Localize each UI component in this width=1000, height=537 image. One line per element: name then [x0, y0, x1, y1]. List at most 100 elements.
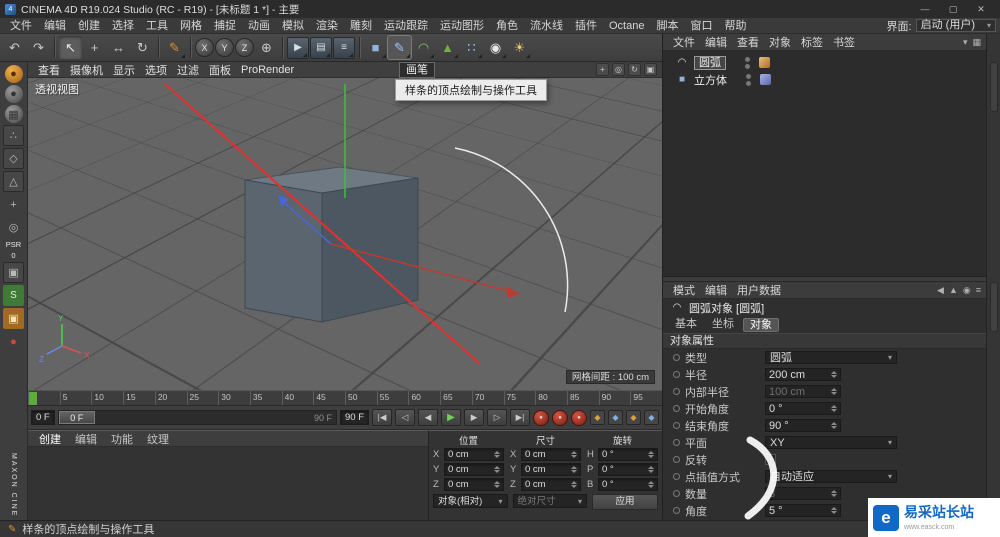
material-menu-item[interactable]: 功能: [106, 431, 138, 447]
prev-frame-button[interactable]: ◀: [418, 409, 438, 426]
autokeying-button[interactable]: ●: [552, 410, 568, 426]
render-view-button[interactable]: ▶: [287, 37, 309, 59]
object-row-arc[interactable]: ◠ 圆弧: [663, 54, 986, 71]
menubar-item[interactable]: 网格: [174, 18, 208, 34]
key-parameter-toggle[interactable]: ◆: [644, 410, 659, 425]
menubar-item[interactable]: 动画: [242, 18, 276, 34]
coord-mode-dropdown[interactable]: 对象(相对)▾: [433, 494, 508, 508]
prev-key-button[interactable]: ◁: [395, 409, 415, 426]
workplane-icon[interactable]: ▣: [3, 262, 24, 283]
rot-b-field[interactable]: 0 °: [598, 478, 658, 491]
type-dropdown[interactable]: 圆弧▾: [765, 351, 897, 364]
menubar-item[interactable]: 模拟: [276, 18, 310, 34]
snap-icon[interactable]: ◎: [3, 217, 24, 238]
render-region-icon[interactable]: ▣: [3, 308, 24, 329]
inner-radius-field[interactable]: 100 cm: [765, 385, 841, 398]
x-axis-lock-button[interactable]: X: [195, 38, 214, 57]
key-rotation-toggle[interactable]: ◆: [626, 410, 641, 425]
keyframe-selection-button[interactable]: ●: [571, 410, 587, 426]
viewport-menu-item[interactable]: 过滤: [172, 62, 204, 78]
nav-up-icon[interactable]: ▲: [949, 285, 958, 296]
visibility-dots[interactable]: [745, 57, 750, 69]
material-menu-item[interactable]: 创建: [34, 431, 66, 447]
watermark-url[interactable]: www.easck.com: [904, 524, 954, 531]
pos-y-field[interactable]: 0 cm: [444, 463, 504, 476]
menubar-item[interactable]: 工具: [140, 18, 174, 34]
points-mode-icon[interactable]: ∴: [3, 125, 24, 146]
goto-start-button[interactable]: |◀: [372, 409, 392, 426]
object-manager-menu-item[interactable]: 查看: [732, 34, 764, 50]
play-button[interactable]: ▶: [441, 409, 461, 426]
viewport-menu-item[interactable]: ProRender: [236, 64, 299, 76]
frame-slider[interactable]: 0 F 90 F: [58, 410, 337, 425]
object-label-cube[interactable]: 立方体: [694, 72, 727, 88]
camera-button[interactable]: ◉: [484, 36, 507, 59]
object-tree[interactable]: ◠ 圆弧 ■ 立方体: [663, 51, 986, 277]
menubar-item[interactable]: 流水线: [524, 18, 569, 34]
record-keyframe-button[interactable]: ●: [533, 410, 549, 426]
make-editable-icon[interactable]: ●: [5, 65, 23, 83]
current-frame-field[interactable]: 0 F: [31, 410, 55, 425]
size-x-field[interactable]: 0 cm: [521, 448, 581, 461]
timeline-ruler[interactable]: 05101520253035404550556065707580859095: [28, 390, 662, 406]
object-label-arc[interactable]: 圆弧: [694, 56, 726, 70]
model-mode-icon[interactable]: ●: [5, 85, 23, 103]
size-z-field[interactable]: 0 cm: [521, 478, 581, 491]
playhead-marker[interactable]: [29, 392, 37, 405]
rotate-tool-button[interactable]: ↻: [131, 36, 154, 59]
menubar-item[interactable]: 文件: [4, 18, 38, 34]
attribute-manager-menu-item[interactable]: 用户数据: [732, 282, 786, 298]
key-position-toggle[interactable]: ◆: [590, 410, 605, 425]
move-tool-button[interactable]: +: [83, 36, 106, 59]
menubar-item[interactable]: 脚本: [650, 18, 684, 34]
solo-icon[interactable]: S: [3, 285, 24, 306]
mograph-button[interactable]: ∷: [460, 36, 483, 59]
material-menu-item[interactable]: 编辑: [70, 431, 102, 447]
panel-handle[interactable]: [990, 62, 998, 112]
attribute-manager-menu-item[interactable]: 编辑: [700, 282, 732, 298]
panel-menu-icon[interactable]: ≡: [976, 285, 981, 296]
deformer-button[interactable]: ◠: [412, 36, 435, 59]
browser-icon[interactable]: ▦: [972, 37, 981, 48]
rot-p-field[interactable]: 0 °: [598, 463, 658, 476]
viewport-canvas[interactable]: Y X Z 透视视图 网格间距 : 100 cm: [28, 78, 662, 390]
tab-basic[interactable]: 基本: [669, 318, 703, 332]
live-selection-button[interactable]: ↖: [59, 36, 82, 59]
object-manager-menu-item[interactable]: 文件: [668, 34, 700, 50]
spline-tag-icon[interactable]: [759, 57, 770, 68]
apply-button[interactable]: 应用: [592, 494, 658, 510]
arc-spline-object[interactable]: [455, 148, 568, 312]
pos-x-field[interactable]: 0 cm: [444, 448, 504, 461]
object-manager-menu-item[interactable]: 书签: [828, 34, 860, 50]
toggle-view-icon[interactable]: ▣: [644, 63, 657, 76]
pin-icon[interactable]: ◉: [963, 285, 971, 296]
menubar-item[interactable]: 运动图形: [434, 18, 490, 34]
pos-z-field[interactable]: 0 cm: [444, 478, 504, 491]
end-frame-field[interactable]: 90 F: [340, 410, 369, 425]
menubar-item[interactable]: 插件: [569, 18, 603, 34]
frame-slider-thumb[interactable]: 0 F: [59, 411, 95, 424]
redo-button[interactable]: ↷: [27, 36, 50, 59]
pan-view-icon[interactable]: +: [596, 63, 609, 76]
menubar-item[interactable]: 编辑: [38, 18, 72, 34]
texture-mode-icon[interactable]: ▦: [5, 105, 23, 123]
menubar-item[interactable]: 运动跟踪: [378, 18, 434, 34]
object-manager-menu-item[interactable]: 标签: [796, 34, 828, 50]
undo-button[interactable]: ↶: [3, 36, 26, 59]
menubar-item[interactable]: 雕刻: [344, 18, 378, 34]
z-axis-lock-button[interactable]: Z: [235, 38, 254, 57]
minimize-button[interactable]: —: [911, 0, 939, 18]
nav-back-icon[interactable]: ◀: [937, 285, 944, 296]
filter-icon[interactable]: ▾: [963, 37, 968, 48]
viewport-menu-item[interactable]: 摄像机: [65, 62, 108, 78]
scale-tool-button[interactable]: ↔: [107, 36, 130, 59]
visibility-dots[interactable]: [746, 74, 751, 86]
menubar-item[interactable]: 角色: [490, 18, 524, 34]
viewport-menu-item[interactable]: 选项: [140, 62, 172, 78]
y-axis-lock-button[interactable]: Y: [215, 38, 234, 57]
menubar-item[interactable]: 创建: [72, 18, 106, 34]
phong-tag-icon[interactable]: [760, 74, 771, 85]
object-manager-menu-item[interactable]: 编辑: [700, 34, 732, 50]
dolly-view-icon[interactable]: ◎: [612, 63, 625, 76]
tab-coordinates[interactable]: 坐标: [706, 318, 740, 332]
